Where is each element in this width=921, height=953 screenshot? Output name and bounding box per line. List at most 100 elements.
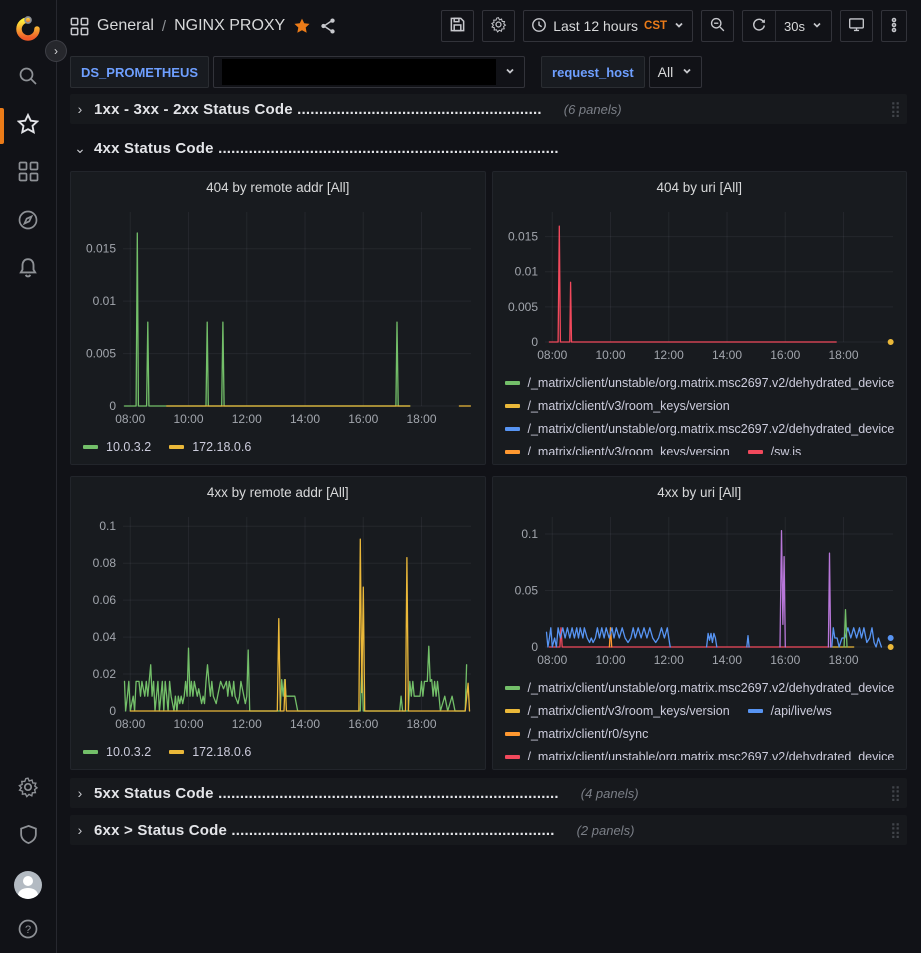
row-header-5xx[interactable]: › 5xx Status Code ......................… [70, 778, 907, 808]
legend-swatch [505, 755, 520, 759]
legend-swatch [83, 750, 98, 754]
sidebar-item-explore[interactable] [6, 198, 50, 246]
legend-label: /_matrix/client/v3/room_keys/version [528, 443, 730, 455]
legend-item[interactable]: /_matrix/client/r0/sync [505, 725, 649, 743]
drag-handle-icon[interactable]: ⣿ [890, 786, 901, 801]
breadcrumb-folder[interactable]: General [97, 17, 154, 35]
row-title: 4xx Status Code ........................… [94, 140, 559, 157]
panel-4xx-by-remote-addr: 4xx by remote addr [All] 08:0010:0012:00… [70, 476, 486, 770]
grafana-logo[interactable] [11, 12, 45, 46]
legend-label: /_matrix/client/v3/room_keys/version [528, 702, 730, 720]
clock-icon [531, 17, 547, 36]
chevron-right-icon: › [74, 785, 86, 801]
tv-kiosk-mode-button[interactable] [840, 10, 873, 42]
refresh-interval-dropdown[interactable]: 30s [775, 11, 831, 41]
legend-item[interactable]: 172.18.0.6 [169, 438, 251, 456]
legend-item[interactable]: /_matrix/client/v3/room_keys/version [505, 397, 730, 415]
save-icon [449, 16, 466, 36]
svg-text:0.01: 0.01 [93, 294, 117, 308]
variable-select-ds-prometheus[interactable] [213, 56, 525, 88]
svg-text:16:00: 16:00 [770, 348, 800, 362]
dashboard-toolbar: General / NGINX PROXY [70, 0, 907, 52]
legend-label: 172.18.0.6 [192, 743, 251, 761]
svg-text:12:00: 12:00 [232, 717, 262, 731]
time-series-chart[interactable]: 08:0010:0012:0014:0016:0018:0000.020.040… [79, 503, 477, 740]
apps-grid-icon [70, 17, 89, 36]
dashboard-settings-button[interactable] [482, 10, 515, 42]
svg-text:0.04: 0.04 [93, 630, 117, 644]
share-icon[interactable] [319, 17, 337, 35]
time-series-chart[interactable]: 08:0010:0012:0014:0016:0018:0000.050.1 [501, 503, 899, 676]
refresh-icon [751, 17, 767, 36]
row-header-4xx[interactable]: ⌄ 4xx Status Code ......................… [70, 133, 907, 163]
svg-text:14:00: 14:00 [711, 653, 741, 667]
chart-legend: /_matrix/client/unstable/org.matrix.msc2… [501, 371, 899, 455]
chart-legend: 10.0.3.2 172.18.0.6 [79, 435, 477, 458]
sidebar-item-server-admin[interactable] [6, 813, 50, 861]
sidebar-item-profile[interactable] [6, 861, 50, 909]
svg-text:16:00: 16:00 [348, 412, 378, 426]
legend-item[interactable]: /api/live/ws [748, 702, 832, 720]
breadcrumb-dashboard-title[interactable]: NGINX PROXY [174, 17, 285, 35]
time-range-picker[interactable]: Last 12 hours CST [523, 10, 693, 42]
panel-title[interactable]: 404 by uri [All] [501, 178, 899, 198]
row-panel-count: (6 panels) [564, 102, 622, 117]
legend-swatch [748, 450, 763, 454]
time-series-chart[interactable]: 08:0010:0012:0014:0016:0018:0000.0050.01… [79, 198, 477, 435]
panel-title[interactable]: 4xx by remote addr [All] [79, 483, 477, 503]
svg-text:0.02: 0.02 [93, 667, 117, 681]
svg-text:12:00: 12:00 [653, 653, 683, 667]
svg-text:0.06: 0.06 [93, 593, 117, 607]
more-options-button[interactable] [881, 10, 907, 42]
sidebar-item-help[interactable]: ? [6, 909, 50, 953]
legend-swatch [505, 450, 520, 454]
gear-icon [17, 776, 39, 803]
refresh-button[interactable] [743, 11, 775, 41]
legend-item[interactable]: /_matrix/client/unstable/org.matrix.msc2… [505, 374, 895, 392]
svg-text:0.1: 0.1 [521, 527, 538, 541]
legend-swatch [83, 445, 98, 449]
svg-text:18:00: 18:00 [828, 653, 858, 667]
sidebar-item-starred[interactable] [6, 102, 50, 150]
drag-handle-icon[interactable]: ⣿ [890, 102, 901, 117]
svg-text:14:00: 14:00 [711, 348, 741, 362]
sidebar-expand-button[interactable]: › [45, 40, 67, 62]
legend-item[interactable]: 172.18.0.6 [169, 743, 251, 761]
help-icon: ? [17, 918, 39, 945]
row-header-6xx[interactable]: › 6xx > Status Code ....................… [70, 815, 907, 845]
legend-label: /_matrix/client/unstable/org.matrix.msc2… [528, 374, 895, 392]
save-dashboard-button[interactable] [441, 10, 474, 42]
legend-label: /_matrix/client/v3/room_keys/version [528, 397, 730, 415]
sidebar-item-configuration[interactable] [6, 765, 50, 813]
variable-select-request-host[interactable]: All [649, 56, 703, 88]
row-header-1xx-3xx-2xx[interactable]: › 1xx - 3xx - 2xx Status Code ..........… [70, 94, 907, 124]
svg-text:10:00: 10:00 [174, 717, 204, 731]
legend-item[interactable]: 10.0.3.2 [83, 743, 151, 761]
monitor-icon [848, 16, 865, 36]
favorite-star-icon[interactable] [293, 17, 311, 35]
legend-swatch [748, 709, 763, 713]
drag-handle-icon[interactable]: ⣿ [890, 823, 901, 838]
legend-item[interactable]: /_matrix/client/unstable/org.matrix.msc2… [505, 420, 895, 438]
legend-item[interactable]: /_matrix/client/unstable/org.matrix.msc2… [505, 679, 895, 697]
legend-item[interactable]: /sw.js [748, 443, 802, 455]
legend-item[interactable]: /_matrix/client/v3/room_keys/version [505, 702, 730, 720]
time-series-chart[interactable]: 08:0010:0012:0014:0016:0018:0000.0050.01… [501, 198, 899, 371]
legend-item[interactable]: /_matrix/client/v3/room_keys/version [505, 443, 730, 455]
panel-title[interactable]: 4xx by uri [All] [501, 483, 899, 503]
svg-text:0.08: 0.08 [93, 556, 117, 570]
sidebar-item-alerting[interactable] [6, 246, 50, 294]
sidebar-item-dashboards[interactable] [6, 150, 50, 198]
legend-item[interactable]: /_matrix/client/unstable/org.matrix.msc2… [505, 748, 895, 760]
sidebar-item-search[interactable] [6, 54, 50, 102]
bell-icon [17, 257, 39, 284]
panel-title[interactable]: 404 by remote addr [All] [79, 178, 477, 198]
legend-item[interactable]: 10.0.3.2 [83, 438, 151, 456]
chevron-down-icon [811, 19, 823, 34]
chevron-down-icon: ⌄ [74, 140, 86, 157]
zoom-out-button[interactable] [701, 10, 734, 42]
svg-text:0: 0 [531, 640, 538, 654]
timezone-label: CST [644, 20, 667, 32]
chevron-down-icon [504, 64, 516, 80]
row-panel-count: (4 panels) [581, 786, 639, 801]
